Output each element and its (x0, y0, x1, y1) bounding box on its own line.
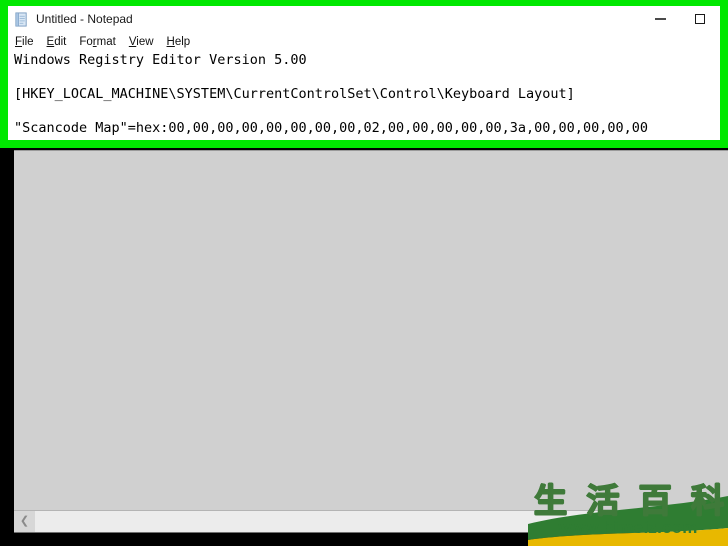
menu-item-format[interactable]: Format (79, 36, 115, 48)
highlight-frame: Untitled - Notepad File Edit Format View… (0, 0, 728, 148)
watermark-url: www.bimeiz.com (558, 518, 698, 537)
minimize-icon (654, 18, 666, 20)
window-title: Untitled - Notepad (36, 12, 133, 26)
menu-item-help[interactable]: Help (167, 36, 191, 48)
editor-line: Windows Registry Editor Version 5.00 (14, 52, 307, 68)
watermark-char: 活 (586, 481, 620, 520)
background-document-panel: ❮ (14, 150, 728, 533)
text-editor-area[interactable]: Windows Registry Editor Version 5.00 [HK… (8, 52, 720, 140)
editor-line: "Scancode Map"=hex:00,00,00,00,00,00,00,… (14, 120, 648, 136)
watermark-char: 科 (690, 481, 724, 520)
notepad-icon (15, 11, 27, 27)
window-controls (640, 6, 720, 32)
watermark-char: 生 (533, 481, 567, 520)
watermark: 生 活 百 科 www.bimeiz.com (528, 480, 728, 546)
title-bar[interactable]: Untitled - Notepad (8, 6, 720, 32)
menu-item-view[interactable]: View (129, 36, 154, 48)
maximize-button[interactable] (680, 6, 720, 32)
document-canvas (14, 151, 728, 511)
menu-item-edit[interactable]: Edit (47, 36, 67, 48)
watermark-char: 百 (638, 481, 672, 520)
minimize-button[interactable] (640, 6, 680, 32)
notepad-window: Untitled - Notepad File Edit Format View… (8, 6, 720, 140)
menu-bar: File Edit Format View Help (8, 32, 720, 52)
chevron-left-icon[interactable]: ❮ (14, 511, 35, 532)
menu-item-file[interactable]: File (15, 36, 34, 48)
editor-line: [HKEY_LOCAL_MACHINE\SYSTEM\CurrentContro… (14, 86, 575, 102)
watermark-characters: 生 活 百 科 (533, 481, 724, 520)
maximize-icon (695, 14, 705, 24)
